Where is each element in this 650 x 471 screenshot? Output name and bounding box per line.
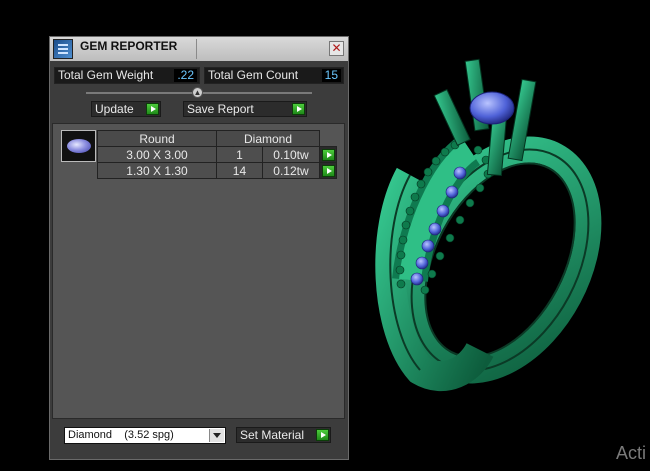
gem-table: Round Diamond 3.00 X 3.00 1 0.10tw 1.30 … [97,130,337,179]
header-diamond: Diamond [216,130,320,147]
save-report-button[interactable]: Save Report [183,101,307,117]
green-arrow-icon [321,149,335,162]
gem-size: 3.00 X 3.00 [97,146,217,163]
material-select-value: Diamond (3.52 spg) [68,429,174,441]
set-material-button[interactable]: Set Material [236,427,331,443]
gem-list-area: Round Diamond 3.00 X 3.00 1 0.10tw 1.30 … [52,123,345,419]
gem-table-header: Round Diamond [97,130,337,147]
row-select-button[interactable] [319,146,337,163]
splitter-knob-icon[interactable]: ▲ [192,87,203,98]
chevron-down-icon[interactable] [209,429,224,442]
row-select-button[interactable] [319,162,337,179]
gem-reporter-app-icon [53,39,73,59]
header-round: Round [97,130,217,147]
save-report-button-label: Save Report [187,102,254,116]
gem-size: 1.30 X 1.30 [97,162,217,179]
green-arrow-icon [146,103,159,115]
total-gem-weight-field: Total Gem Weight .22 [54,67,200,84]
panel-splitter[interactable]: ▲ [86,87,312,98]
table-row[interactable]: 1.30 X 1.30 14 0.12tw [97,162,337,179]
total-gem-count-value: 15 [321,69,341,82]
update-button[interactable]: Update [91,101,161,117]
set-material-button-label: Set Material [240,428,305,442]
total-gem-weight-label: Total Gem Weight [58,68,154,82]
gem-stone-graphic [67,139,91,153]
close-icon[interactable]: ✕ [329,41,344,56]
green-arrow-icon [316,429,329,441]
title-bar[interactable]: GEM REPORTER ✕ [50,37,348,61]
gem-weight: 0.12tw [261,162,321,179]
material-select[interactable]: Diamond (3.52 spg) [64,427,226,444]
gem-weight: 0.10tw [261,146,321,163]
table-row[interactable]: 3.00 X 3.00 1 0.10tw [97,146,337,163]
round-gem-icon[interactable] [61,130,96,162]
total-gem-count-field: Total Gem Count 15 [204,67,344,84]
update-button-label: Update [95,102,134,116]
green-arrow-icon [292,103,305,115]
title-divider [196,39,197,59]
total-gem-count-label: Total Gem Count [208,68,299,82]
green-arrow-icon [321,165,335,178]
activate-windows-watermark: Acti [616,443,647,463]
gem-count: 1 [216,146,263,163]
total-gem-weight-value: .22 [174,69,197,82]
window-title: GEM REPORTER [80,39,178,53]
material-bar: Diamond (3.52 spg) Set Material [52,421,345,459]
gem-count: 14 [216,162,263,179]
gem-reporter-panel: GEM REPORTER ✕ Total Gem Weight .22 Tota… [49,36,349,460]
